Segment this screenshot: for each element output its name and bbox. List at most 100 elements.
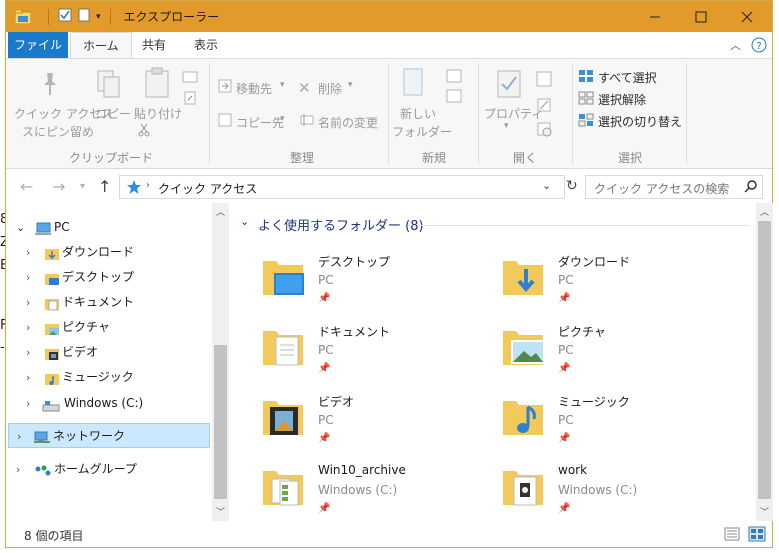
back-button[interactable]: ←: [20, 177, 33, 196]
scroll-up-icon[interactable]: ︿: [216, 205, 225, 218]
copy-button[interactable]: コピー: [95, 105, 131, 122]
tab-home[interactable]: ホーム: [70, 32, 132, 59]
copy-path-icon[interactable]: [182, 71, 198, 86]
address-path[interactable]: クイック アクセス: [158, 180, 257, 197]
scrollbar-thumb[interactable]: [758, 221, 771, 499]
properties-quick-icon[interactable]: [58, 8, 72, 25]
forward-button[interactable]: →: [52, 177, 65, 196]
folder-name: ビデオ: [318, 395, 355, 409]
folder-tile-documents[interactable]: ドキュメント PC 📌: [260, 323, 490, 387]
address-dropdown-icon[interactable]: ⌄: [542, 179, 551, 192]
chevron-right-icon[interactable]: ›: [26, 315, 30, 340]
nav-pane-scrollbar[interactable]: ︿ ﹀: [212, 203, 229, 521]
edit-icon[interactable]: [536, 97, 552, 116]
tree-item-network[interactable]: › ネットワーク: [8, 423, 210, 448]
history-icon[interactable]: [536, 121, 552, 140]
folder-tile-win10-archive[interactable]: Win10_archive Windows (C:) 📌: [260, 463, 490, 527]
section-header-frequent-folders[interactable]: よく使用するフォルダー (8): [258, 215, 424, 234]
breadcrumb-separator-icon[interactable]: ›: [146, 180, 150, 191]
folder-tile-desktop[interactable]: デスクトップ PC 📌: [260, 253, 490, 317]
tab-share[interactable]: 共有: [130, 32, 178, 58]
properties-dropdown-icon[interactable]: ▾: [504, 121, 509, 131]
search-icon[interactable]: [744, 179, 758, 196]
close-button[interactable]: [724, 1, 770, 32]
copy-to-dropdown-icon[interactable]: ▾: [280, 114, 285, 124]
tree-item-documents[interactable]: › ドキュメント: [6, 290, 212, 315]
folder-tile-videos[interactable]: ビデオ PC 📌: [260, 393, 490, 457]
recent-locations-dropdown[interactable]: ▾: [80, 181, 85, 192]
expanded-chevron-icon[interactable]: ⌄: [16, 215, 25, 240]
tree-item-music[interactable]: › ミュージック: [6, 365, 212, 390]
pictures-folder-icon: [503, 331, 545, 365]
tab-view[interactable]: 表示: [182, 32, 230, 58]
search-box[interactable]: クイック アクセスの検索: [585, 175, 763, 199]
pin-icon: [39, 71, 61, 100]
content-pane: ⌄ よく使用するフォルダー (8) デスクトップ PC 📌 ダウンロード PC …: [230, 203, 773, 521]
select-all-icon: [578, 69, 594, 86]
move-to-dropdown-icon[interactable]: ▾: [280, 80, 285, 90]
address-bar[interactable]: › クイック アクセス ⌄: [119, 175, 565, 199]
large-icons-view-icon[interactable]: [748, 526, 766, 545]
chevron-right-icon[interactable]: ›: [26, 365, 30, 390]
folder-tile-pictures[interactable]: ピクチャ PC 📌: [500, 323, 730, 387]
copy-to-button[interactable]: コピー先: [236, 114, 284, 131]
tree-item-pictures[interactable]: › ピクチャ: [6, 315, 212, 340]
new-folder-quick-icon[interactable]: [78, 8, 90, 25]
archive-folder-icon: [263, 471, 303, 506]
scrollbar-thumb[interactable]: [214, 345, 227, 499]
chevron-right-icon[interactable]: ›: [26, 240, 30, 265]
chevron-right-icon[interactable]: ›: [17, 424, 21, 449]
tree-item-videos[interactable]: › ビデオ: [6, 340, 212, 365]
invert-selection-button[interactable]: 選択の切り替え: [598, 113, 682, 130]
select-none-button[interactable]: 選択解除: [598, 91, 646, 108]
refresh-button[interactable]: ↻: [566, 178, 578, 194]
paste-button[interactable]: 貼り付け: [134, 105, 182, 122]
new-item-icon[interactable]: [446, 69, 464, 86]
folder-tile-music[interactable]: ミュージック PC 📌: [500, 393, 730, 457]
chevron-right-icon[interactable]: ›: [26, 265, 30, 290]
chevron-right-icon[interactable]: ›: [16, 457, 20, 482]
pinned-icon: 📌: [558, 433, 571, 444]
chevron-right-icon[interactable]: ›: [26, 340, 30, 365]
scroll-down-icon[interactable]: ﹀: [760, 505, 769, 518]
open-icon[interactable]: [536, 71, 552, 90]
chevron-right-icon[interactable]: ›: [26, 290, 30, 315]
collapse-ribbon-icon[interactable]: ︿: [730, 37, 741, 53]
new-folder-button[interactable]: 新しい: [400, 105, 436, 122]
folder-tile-downloads[interactable]: ダウンロード PC 📌: [500, 253, 730, 317]
content-scrollbar[interactable]: ︿ ﹀: [756, 203, 773, 521]
pinned-icon: 📌: [558, 293, 571, 304]
rename-button[interactable]: 名前の変更: [318, 114, 378, 131]
scroll-up-icon[interactable]: ︿: [760, 205, 769, 218]
scroll-down-icon[interactable]: ﹀: [216, 505, 225, 518]
tree-item-homegroup[interactable]: › ホームグループ: [6, 457, 212, 482]
properties-button[interactable]: プロパティ: [484, 105, 543, 122]
tree-item-desktop[interactable]: › デスクトップ: [6, 265, 212, 290]
delete-button[interactable]: 削除: [318, 80, 342, 97]
minimize-button[interactable]: [632, 1, 678, 32]
homegroup-icon: [34, 462, 52, 487]
maximize-button[interactable]: [678, 1, 724, 32]
easy-access-icon[interactable]: [446, 89, 464, 106]
delete-dropdown-icon[interactable]: ▾: [348, 80, 353, 90]
tab-file[interactable]: ファイル: [8, 32, 68, 58]
section-collapse-icon[interactable]: ⌄: [240, 215, 249, 228]
tree-item-downloads[interactable]: › ダウンロード: [6, 240, 212, 265]
paste-shortcut-icon[interactable]: [184, 91, 196, 108]
tree-item-pc[interactable]: ⌄ PC: [6, 215, 212, 240]
customize-dropdown-icon[interactable]: ▾: [96, 12, 101, 22]
details-view-icon[interactable]: [724, 527, 740, 544]
chevron-right-icon[interactable]: ›: [26, 391, 30, 416]
tree-item-windows-drive[interactable]: › Windows (C:): [6, 391, 212, 416]
properties-icon: [496, 69, 522, 102]
folder-tile-work[interactable]: work Windows (C:) 📌: [500, 463, 730, 527]
select-all-button[interactable]: すべて選択: [598, 69, 657, 86]
folder-location: Windows (C:): [558, 483, 638, 497]
pin-quick-access-label-2: スにピン留め: [22, 125, 95, 139]
rename-icon: [300, 113, 314, 130]
move-to-button[interactable]: 移動先: [236, 80, 272, 97]
cut-icon[interactable]: [138, 123, 150, 140]
up-button[interactable]: ↑: [98, 177, 111, 196]
help-icon[interactable]: ?: [751, 37, 767, 56]
search-input[interactable]: クイック アクセスの検索: [594, 180, 729, 197]
